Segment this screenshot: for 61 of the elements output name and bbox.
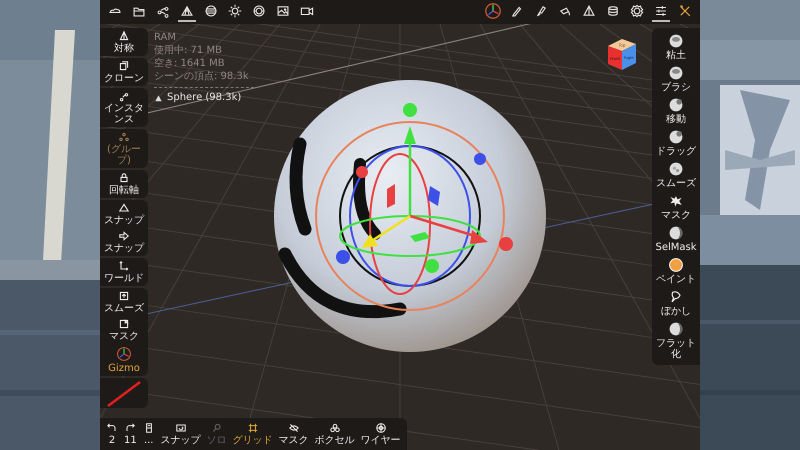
brush-button[interactable]: マスク xyxy=(652,191,700,223)
brush-button[interactable]: ペイント xyxy=(652,255,700,287)
link-icon xyxy=(118,90,130,102)
gizmo-icon xyxy=(116,346,132,362)
toolbar-button[interactable]: 2 xyxy=(104,421,120,447)
toolbar-button[interactable]: スナップ xyxy=(158,421,203,447)
brush-button[interactable]: 粘土 xyxy=(652,31,700,63)
ball-icon xyxy=(668,33,684,49)
ball-icon xyxy=(668,321,684,337)
tool-button[interactable]: インスタンス xyxy=(100,88,148,127)
stroke-preview[interactable] xyxy=(100,378,148,408)
triangle-icon xyxy=(118,202,130,214)
toolbar-button[interactable]: ワイヤー xyxy=(358,421,403,447)
tool-button[interactable]: 対称 xyxy=(100,28,148,56)
undo-icon xyxy=(106,422,118,434)
ball-icon xyxy=(668,225,684,241)
mesh-icon xyxy=(154,94,163,102)
toolbar-button[interactable]: グリッド xyxy=(230,421,275,447)
brush-button[interactable]: SelMask xyxy=(652,223,700,255)
brush-button[interactable]: ドラッグ xyxy=(652,127,700,159)
brush-button[interactable]: フラット化 xyxy=(652,319,700,362)
eye-slash-icon xyxy=(288,422,300,434)
ball-icon xyxy=(668,161,684,177)
ram-label: RAM xyxy=(154,32,178,44)
brush-button[interactable]: スムーズ xyxy=(652,159,700,191)
redo-icon xyxy=(124,422,136,434)
memory-stat: 使用中: 71 MB xyxy=(154,45,223,57)
tool-button[interactable]: スムーズ xyxy=(100,288,148,316)
tool-button[interactable]: クローン xyxy=(100,58,148,86)
ball-icon xyxy=(668,97,684,113)
tool-button[interactable]: スナップ xyxy=(100,228,148,256)
ball-icon xyxy=(668,257,684,273)
brush-button[interactable]: ブラシ xyxy=(652,63,700,95)
toolbar-button[interactable]: マスク xyxy=(276,421,311,447)
toolbar-button[interactable]: ... xyxy=(140,421,157,447)
tool-button[interactable]: ワールド xyxy=(100,258,148,286)
tool-button[interactable]: マスク xyxy=(100,316,148,344)
brush-button[interactable]: ぼかし xyxy=(652,287,700,319)
ball-icon xyxy=(668,65,684,81)
object-name[interactable]: Sphere (98.3k) xyxy=(167,92,242,104)
toolbar-button[interactable]: ボクセル xyxy=(312,421,357,447)
axes-icon xyxy=(118,260,130,272)
memory-stat: 空き: 1641 MB xyxy=(154,58,226,70)
clone-icon xyxy=(118,60,130,72)
voxel-icon xyxy=(328,422,341,434)
camera-icon xyxy=(174,422,187,434)
tool-button[interactable]: スナップ xyxy=(100,200,148,228)
grid-icon xyxy=(246,422,259,434)
symmetry-icon xyxy=(118,30,130,42)
memory-stat: シーンの頂点: 98.3k xyxy=(154,71,250,83)
gizmo-icon[interactable] xyxy=(484,2,502,22)
tool-button[interactable]: Gizmo xyxy=(100,344,148,376)
brush-button[interactable]: 移動 xyxy=(652,95,700,127)
lock-icon xyxy=(118,172,130,184)
arrow-icon xyxy=(118,230,130,242)
search-icon xyxy=(210,422,223,434)
upload-icon xyxy=(118,290,130,302)
group-icon xyxy=(118,131,130,143)
tool-button[interactable]: 回転軸 xyxy=(100,170,148,198)
toolbar-button[interactable]: 11 xyxy=(122,421,139,447)
ball-icon xyxy=(668,129,684,145)
